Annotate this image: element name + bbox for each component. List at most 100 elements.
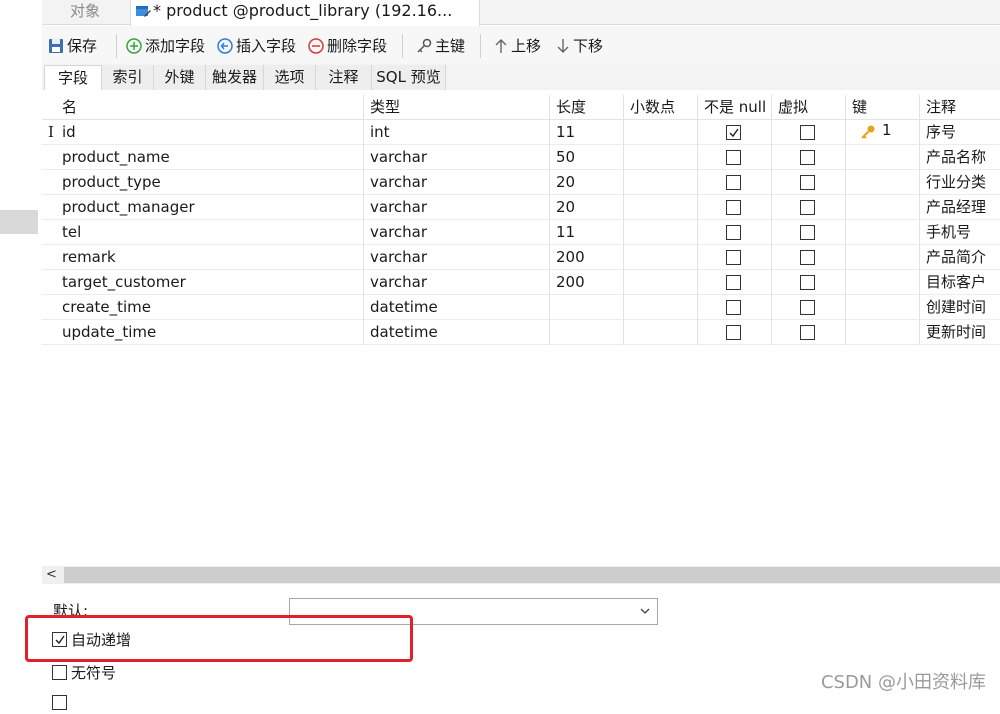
cell-type[interactable]: varchar — [364, 145, 550, 170]
scroll-left-icon[interactable]: < — [46, 566, 57, 584]
virtual-checkbox[interactable] — [800, 250, 815, 265]
cell-comment[interactable]: 产品简介 — [920, 245, 1000, 270]
cell-length[interactable] — [550, 295, 624, 320]
cell-not-null[interactable] — [698, 170, 772, 195]
column-header-comment[interactable]: 注释 — [920, 95, 1000, 120]
cell-comment[interactable]: 行业分类 — [920, 170, 1000, 195]
cell-comment[interactable]: 产品名称 — [920, 145, 1000, 170]
cell-not-null[interactable] — [698, 320, 772, 345]
not-null-checkbox[interactable] — [726, 275, 741, 290]
cell-length[interactable]: 50 — [550, 145, 624, 170]
cell-decimal[interactable] — [624, 245, 698, 270]
tab-triggers[interactable]: 触发器 — [206, 65, 264, 90]
column-header-type[interactable]: 类型 — [364, 95, 550, 120]
tab-sql-preview[interactable]: SQL 预览 — [372, 65, 446, 90]
horizontal-scrollbar[interactable]: < — [42, 566, 1000, 584]
table-row[interactable]: product_manager varchar 20 产品经理 — [42, 195, 1000, 220]
cell-virtual[interactable] — [772, 270, 846, 295]
cell-name[interactable]: tel — [56, 220, 364, 245]
cell-key[interactable] — [846, 195, 920, 220]
not-null-checkbox[interactable] — [726, 175, 741, 190]
not-null-checkbox[interactable] — [726, 325, 741, 340]
tab-indexes[interactable]: 索引 — [102, 65, 154, 90]
column-header-name[interactable]: 名 — [56, 95, 364, 120]
delete-field-button[interactable]: 删除字段 — [308, 36, 387, 58]
table-row[interactable]: product_name varchar 50 产品名称 — [42, 145, 1000, 170]
cell-decimal[interactable] — [624, 220, 698, 245]
tab-options[interactable]: 选项 — [264, 65, 316, 90]
cell-not-null[interactable] — [698, 270, 772, 295]
cell-virtual[interactable] — [772, 145, 846, 170]
cell-name[interactable]: target_customer — [56, 270, 364, 295]
save-button[interactable]: 保存 — [48, 36, 97, 58]
cell-virtual[interactable] — [772, 170, 846, 195]
virtual-checkbox[interactable] — [800, 125, 815, 140]
column-header-length[interactable]: 长度 — [550, 95, 624, 120]
table-row[interactable]: Iid int 11 1 序号 — [42, 120, 1000, 145]
not-null-checkbox[interactable] — [726, 250, 741, 265]
cell-length[interactable] — [550, 320, 624, 345]
not-null-checkbox[interactable] — [726, 125, 741, 140]
cell-decimal[interactable] — [624, 320, 698, 345]
cell-length[interactable]: 20 — [550, 195, 624, 220]
table-row[interactable]: update_time datetime 更新时间 — [42, 320, 1000, 345]
cell-key[interactable] — [846, 170, 920, 195]
cell-key[interactable] — [846, 145, 920, 170]
cell-virtual[interactable] — [772, 320, 846, 345]
cell-key[interactable] — [846, 245, 920, 270]
column-header-virtual[interactable]: 虚拟 — [772, 95, 846, 120]
cell-length[interactable]: 20 — [550, 170, 624, 195]
cell-decimal[interactable] — [624, 145, 698, 170]
cell-type[interactable]: varchar — [364, 270, 550, 295]
column-header-key[interactable]: 键 — [846, 95, 920, 120]
cell-comment[interactable]: 更新时间 — [920, 320, 1000, 345]
not-null-checkbox[interactable] — [726, 300, 741, 315]
cell-not-null[interactable] — [698, 145, 772, 170]
cell-not-null[interactable] — [698, 245, 772, 270]
virtual-checkbox[interactable] — [800, 300, 815, 315]
unsigned-checkbox[interactable] — [52, 665, 67, 680]
virtual-checkbox[interactable] — [800, 325, 815, 340]
cell-decimal[interactable] — [624, 170, 698, 195]
virtual-checkbox[interactable] — [800, 275, 815, 290]
tab-objects[interactable]: 对象 — [70, 0, 100, 24]
cell-type[interactable]: datetime — [364, 320, 550, 345]
cell-decimal[interactable] — [624, 295, 698, 320]
table-row[interactable]: product_type varchar 20 行业分类 — [42, 170, 1000, 195]
cell-virtual[interactable] — [772, 245, 846, 270]
cell-virtual[interactable] — [772, 220, 846, 245]
cell-key[interactable] — [846, 220, 920, 245]
cell-not-null[interactable] — [698, 220, 772, 245]
tab-table-design[interactable]: * product @product_library (192.16... — [130, 0, 480, 26]
column-header-not-null[interactable]: 不是 null — [698, 95, 772, 120]
cell-comment[interactable]: 序号 — [920, 120, 1000, 145]
add-field-button[interactable]: 添加字段 — [126, 36, 205, 58]
cell-type[interactable]: int — [364, 120, 550, 145]
cell-name[interactable]: update_time — [56, 320, 364, 345]
tab-comment[interactable]: 注释 — [316, 65, 372, 90]
cell-decimal[interactable] — [624, 270, 698, 295]
tab-foreign-keys[interactable]: 外键 — [154, 65, 206, 90]
cell-name[interactable]: create_time — [56, 295, 364, 320]
cell-comment[interactable]: 手机号 — [920, 220, 1000, 245]
cell-name[interactable]: product_name — [56, 145, 364, 170]
virtual-checkbox[interactable] — [800, 175, 815, 190]
column-header-decimal[interactable]: 小数点 — [624, 95, 698, 120]
table-row[interactable]: tel varchar 11 手机号 — [42, 220, 1000, 245]
cell-name[interactable]: product_manager — [56, 195, 364, 220]
table-row[interactable]: target_customer varchar 200 目标客户 — [42, 270, 1000, 295]
cell-length[interactable]: 11 — [550, 120, 624, 145]
insert-field-button[interactable]: 插入字段 — [217, 36, 296, 58]
cell-type[interactable]: varchar — [364, 195, 550, 220]
cell-not-null[interactable] — [698, 120, 772, 145]
cell-comment[interactable]: 创建时间 — [920, 295, 1000, 320]
cell-key[interactable] — [846, 320, 920, 345]
cell-not-null[interactable] — [698, 195, 772, 220]
scrollbar-thumb[interactable] — [64, 567, 1000, 583]
cell-key[interactable] — [846, 295, 920, 320]
cell-name[interactable]: id — [56, 120, 364, 145]
cell-type[interactable]: datetime — [364, 295, 550, 320]
cell-comment[interactable]: 目标客户 — [920, 270, 1000, 295]
cell-decimal[interactable] — [624, 120, 698, 145]
unsigned-option[interactable]: 无符号 — [52, 664, 116, 684]
